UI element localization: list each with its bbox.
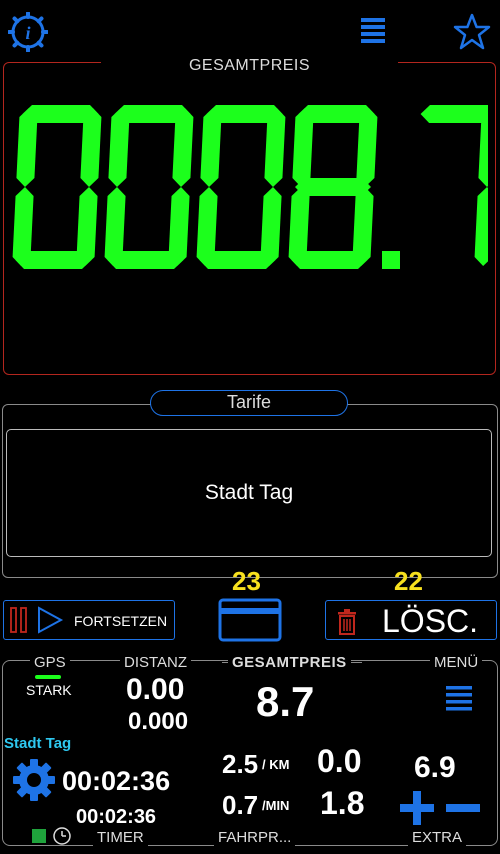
timer-status-square (32, 829, 46, 843)
menu-label: MENÜ (430, 654, 483, 671)
tariff-name: Stadt Tag (4, 735, 72, 752)
distance-label: DISTANZ (120, 654, 192, 671)
gear-icon[interactable] (12, 758, 56, 802)
plus-icon[interactable] (398, 789, 436, 827)
gps-status: STARK (26, 682, 72, 698)
price-digit (196, 105, 286, 269)
delete-label: LÖSC. (382, 603, 479, 639)
extra-value: 6.9 (414, 751, 456, 784)
extra-label: EXTRA (408, 829, 467, 846)
min-fare: 1.8 (320, 785, 365, 821)
card-button[interactable] (218, 598, 282, 642)
card-count-badge: 23 (232, 566, 261, 596)
continue-button[interactable]: FORTSETZEN (3, 600, 175, 640)
svg-text:i: i (25, 23, 30, 43)
info-icon[interactable]: i (7, 11, 49, 53)
price-decimal-point (382, 251, 400, 269)
minus-icon[interactable] (444, 789, 482, 827)
time-sub: 00:02:36 (76, 806, 157, 828)
total-label: GESAMTPREIS (228, 654, 351, 671)
pause-icon (10, 607, 27, 633)
fare-label: FAHRPR... (214, 829, 296, 846)
rate-km-unit: / KM (262, 757, 290, 772)
price-display (12, 105, 488, 269)
price-digit (288, 105, 378, 269)
rate-km-value: 2.5 (222, 749, 259, 779)
gps-signal-bar (35, 675, 61, 679)
star-icon[interactable] (452, 12, 492, 52)
timer-label: TIMER (93, 829, 148, 846)
tariff-selected: Stadt Tag (204, 481, 294, 504)
price-panel-label: GESAMTPREIS (100, 57, 399, 74)
distance-sub: 0.000 (128, 708, 189, 735)
price-digit (12, 105, 102, 269)
tariff-title: Tarife (150, 390, 348, 416)
rate-min-unit: /MIN (262, 798, 290, 813)
time-main: 00:02:36 (62, 766, 171, 796)
km-fare: 0.0 (317, 743, 362, 779)
clock-icon (53, 827, 71, 845)
credit-card-icon (218, 598, 282, 642)
tariff-selector[interactable]: Stadt Tag (6, 429, 492, 557)
trash-icon (338, 609, 356, 635)
rate-min-value: 0.7 (222, 790, 259, 820)
delete-count-badge: 22 (394, 566, 423, 596)
distance-main: 0.00 (126, 673, 185, 706)
delete-button[interactable]: LÖSC. (325, 600, 497, 640)
menu-list-icon[interactable] (354, 12, 394, 52)
price-digit (420, 105, 488, 266)
gps-label: GPS (30, 654, 70, 671)
menu-list-icon[interactable] (444, 684, 476, 712)
play-icon (38, 606, 64, 634)
total-value: 8.7 (256, 678, 315, 725)
continue-label: FORTSETZEN (74, 613, 168, 629)
price-digit (104, 105, 194, 269)
